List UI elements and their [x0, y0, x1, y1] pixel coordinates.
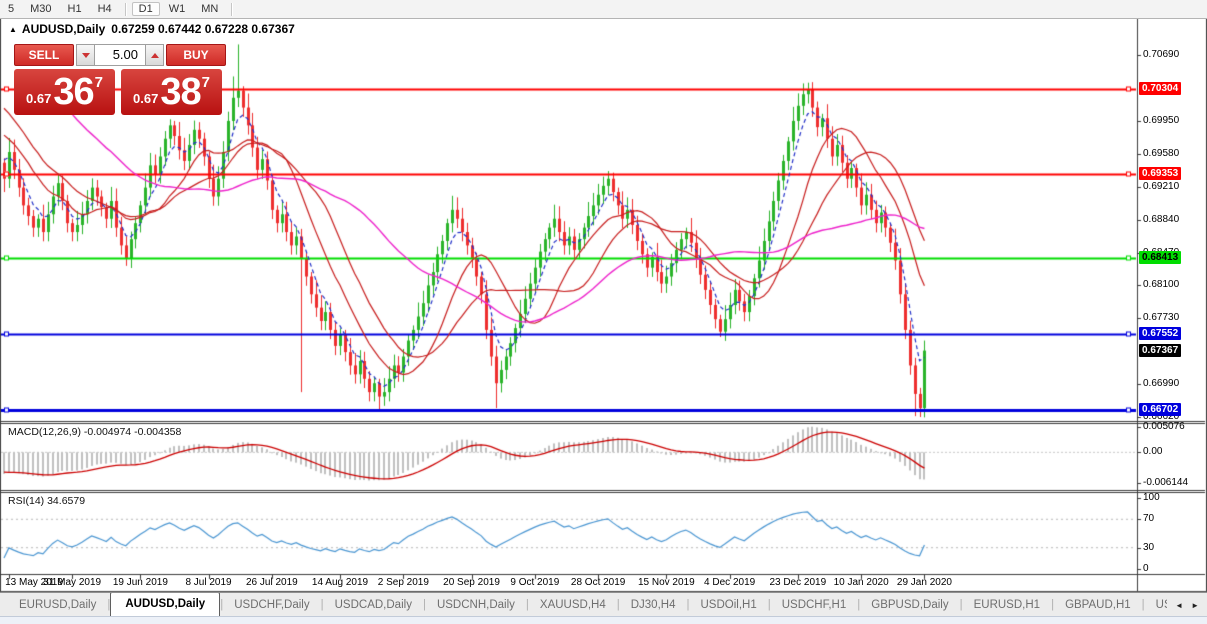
ask-prefix: 0.67 [133, 91, 158, 106]
date-axis-label: 26 Jul 2019 [246, 577, 298, 588]
hline-price-label: 0.70304 [1139, 82, 1181, 95]
chart-tabs: EURUSD,Daily|AUDUSD,Daily|USDCHF,Daily|U… [0, 593, 1167, 616]
date-axis-label: 9 Oct 2019 [510, 577, 559, 588]
date-axis-label: 31 May 2019 [43, 577, 101, 588]
date-axis-label: 8 Jul 2019 [185, 577, 231, 588]
volume-input[interactable]: 5.00 [95, 44, 145, 66]
tabs-scroll-right-icon[interactable]: ► [1191, 601, 1199, 610]
rsi-axis-label: 100 [1143, 492, 1160, 503]
macd-axis-label: -0.006144 [1143, 477, 1188, 488]
chart-tab-audusd-daily[interactable]: AUDUSD,Daily [110, 593, 220, 616]
down-arrow-icon [82, 53, 90, 58]
chart-tab-usd[interactable]: USD [1145, 595, 1167, 616]
price-axis-label: 0.68840 [1143, 214, 1179, 225]
date-axis-label: 4 Dec 2019 [704, 577, 755, 588]
rsi-axis-label: 30 [1143, 542, 1154, 553]
date-axis-label: 14 Aug 2019 [312, 577, 368, 588]
ask-pip-digit: 7 [202, 74, 210, 91]
timeframe-toolbar: 5M30H1H4 D1W1MN [0, 0, 1207, 19]
date-axis-label: 23 Dec 2019 [769, 577, 826, 588]
bid-big-digits: 36 [53, 71, 93, 113]
timeframe-button-h1[interactable]: H1 [61, 2, 89, 16]
macd-axis-label: 0.00 [1143, 446, 1162, 457]
hline-price-label: 0.68413 [1139, 251, 1181, 264]
current-price-label: 0.67367 [1139, 344, 1181, 357]
chart-ohlc-values: 0.67259 0.67442 0.67228 0.67367 [111, 22, 295, 36]
rsi-axis-label: 0 [1143, 563, 1149, 574]
chart-tab-dj30-h4[interactable]: DJ30,H4 [620, 595, 687, 616]
trading-terminal-window: 5M30H1H4 D1W1MN ▲ AUDUSD,Daily 0.67259 0.67… [0, 0, 1207, 624]
date-axis-label: 15 Nov 2019 [638, 577, 695, 588]
price-axis-label: 0.70690 [1143, 49, 1179, 60]
timeframe-button-d1[interactable]: D1 [132, 2, 160, 16]
price-axis-label: 0.69210 [1143, 181, 1179, 192]
hline-price-label: 0.69353 [1139, 167, 1181, 180]
chart-tab-usdoil-h1[interactable]: USDOil,H1 [689, 595, 767, 616]
hline-price-label: 0.66702 [1139, 403, 1181, 416]
date-axis-label: 19 Jun 2019 [113, 577, 168, 588]
chart-tab-usdcnh-daily[interactable]: USDCNH,Daily [426, 595, 526, 616]
date-axis-label: 29 Jan 2020 [897, 577, 952, 588]
macd-axis-label: 0.005076 [1143, 421, 1185, 432]
date-axis-label: 28 Oct 2019 [571, 577, 625, 588]
chart-tab-gbpusd-daily[interactable]: GBPUSD,Daily [860, 595, 959, 616]
volume-increase-button[interactable] [145, 44, 164, 66]
price-axis-label: 0.69950 [1143, 115, 1179, 126]
bid-prefix: 0.67 [26, 91, 51, 106]
sell-price-button[interactable]: 0.67 36 7 [14, 69, 115, 115]
buy-button[interactable]: BUY [166, 44, 226, 66]
chart-tab-usdcad-daily[interactable]: USDCAD,Daily [324, 595, 423, 616]
chart-tab-usdchf-daily[interactable]: USDCHF,Daily [223, 595, 320, 616]
price-axis-label: 0.68100 [1143, 279, 1179, 290]
chart-tab-usdchf-h1[interactable]: USDCHF,H1 [771, 595, 858, 616]
timeframe-button-m30[interactable]: M30 [23, 2, 58, 16]
date-axis-label: 20 Sep 2019 [443, 577, 500, 588]
bottom-strip [0, 616, 1207, 624]
tabs-scroll-left-icon[interactable]: ◄ [1175, 601, 1183, 610]
chart-symbol-label: AUDUSD,Daily [22, 22, 105, 36]
rsi-indicator-label: RSI(14) 34.6579 [8, 495, 85, 507]
timeframe-button-h4[interactable]: H4 [91, 2, 119, 16]
date-axis[interactable]: 13 May 201931 May 201919 Jun 20198 Jul 2… [0, 576, 1137, 591]
timeframe-button-mn[interactable]: MN [194, 2, 225, 16]
chart-tabs-bar: EURUSD,Daily|AUDUSD,Daily|USDCHF,Daily|U… [0, 592, 1207, 616]
price-axis-label: 0.67730 [1143, 312, 1179, 323]
timeframe-button-5[interactable]: 5 [1, 2, 21, 16]
toolbar-separator [231, 3, 232, 16]
tab-scroll-arrows: ◄ ► [1167, 601, 1207, 616]
one-click-trading-panel: SELL 5.00 BUY 0.67 36 7 0.67 38 7 [14, 44, 226, 115]
chart-tab-xauusd-h4[interactable]: XAUUSD,H4 [529, 595, 617, 616]
price-axis[interactable]: 0.70690 0.69950 0.69580 0.69210 0.68840 0.684… [1138, 0, 1207, 624]
collapse-chart-icon[interactable]: ▲ [9, 25, 17, 34]
up-arrow-icon [151, 53, 159, 58]
buy-price-button[interactable]: 0.67 38 7 [121, 69, 222, 115]
date-axis-label: 2 Sep 2019 [378, 577, 429, 588]
rsi-axis-label: 70 [1143, 513, 1154, 524]
price-axis-label: 0.69580 [1143, 148, 1179, 159]
macd-indicator-label: MACD(12,26,9) -0.004974 -0.004358 [8, 426, 181, 438]
chart-tab-gbpaud-h1[interactable]: GBPAUD,H1 [1054, 595, 1142, 616]
volume-stepper: 5.00 [76, 44, 164, 66]
timeframe-button-w1[interactable]: W1 [162, 2, 193, 16]
volume-decrease-button[interactable] [76, 44, 95, 66]
bid-pip-digit: 7 [95, 74, 103, 91]
toolbar-separator [125, 3, 126, 16]
chart-tab-eurusd-daily[interactable]: EURUSD,Daily [8, 595, 107, 616]
price-axis-label: 0.66990 [1143, 378, 1179, 389]
chart-title: ▲ AUDUSD,Daily 0.67259 0.67442 0.67228 0.6… [9, 22, 295, 36]
chart-tab-eurusd-h1[interactable]: EURUSD,H1 [963, 595, 1051, 616]
ask-big-digits: 38 [160, 71, 200, 113]
date-axis-label: 10 Jan 2020 [834, 577, 889, 588]
hline-price-label: 0.67552 [1139, 327, 1181, 340]
sell-button[interactable]: SELL [14, 44, 74, 66]
